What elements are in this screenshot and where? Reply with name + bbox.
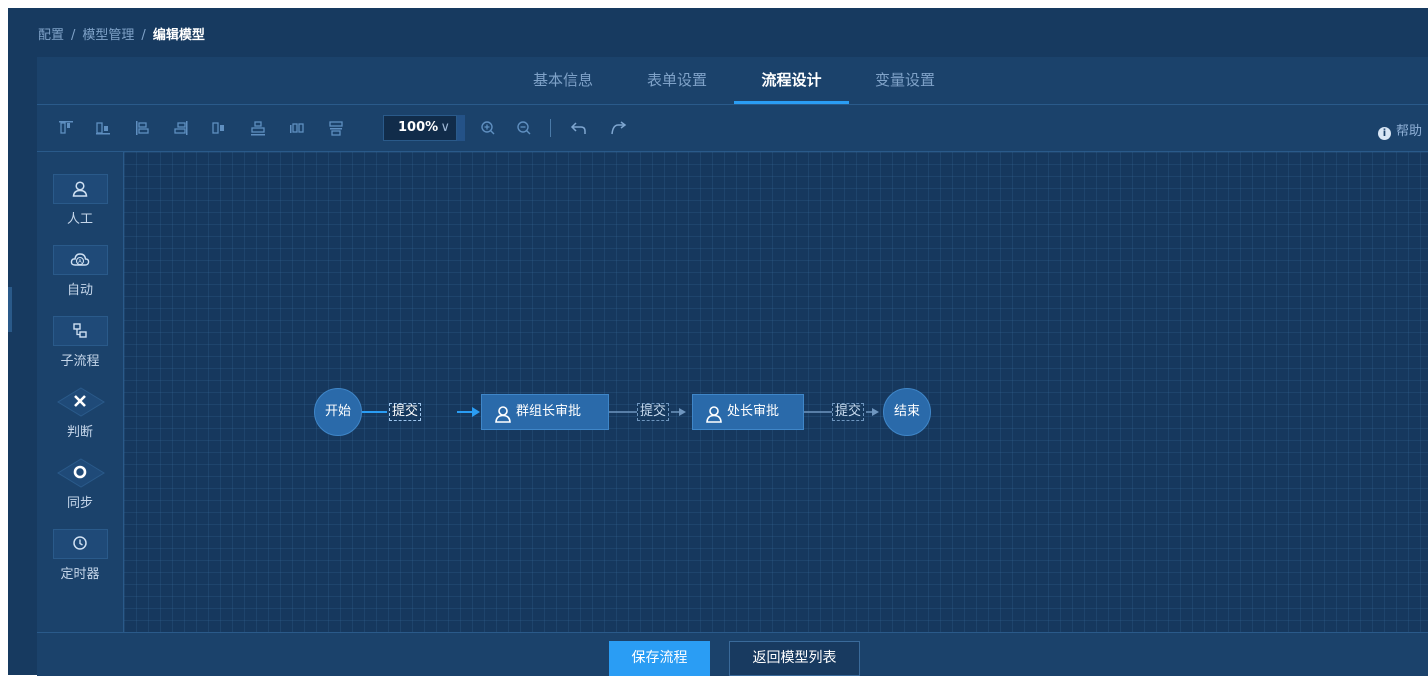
chevron-down-icon: ∨ <box>440 120 450 135</box>
breadcrumb-current: 编辑模型 <box>152 28 205 43</box>
align-bottom-icon[interactable] <box>249 119 267 137</box>
flow-task-label: 处长审批 <box>727 404 780 419</box>
flow-start-node[interactable]: 开始 <box>314 388 362 436</box>
scroll-indicator <box>8 287 12 332</box>
align-top-icon[interactable] <box>57 119 75 137</box>
flow-task-node[interactable]: 处长审批 <box>692 394 804 430</box>
palette-item-label: 定时器 <box>60 567 100 582</box>
connector-arrow <box>472 407 480 417</box>
flow-connectors <box>362 407 879 417</box>
zoom-out-icon[interactable] <box>515 119 533 137</box>
palette-item-label: 人工 <box>66 212 93 227</box>
info-icon: i <box>1377 127 1391 140</box>
distribute-horizontal-icon[interactable] <box>288 119 306 137</box>
flow-end-node[interactable]: 结束 <box>883 388 931 436</box>
palette-item-sync[interactable]: 同步 <box>37 458 123 524</box>
distribute-vertical-icon[interactable] <box>327 119 345 137</box>
palette-item-label: 子流程 <box>60 354 100 369</box>
align-center-horizontal-icon[interactable] <box>210 119 228 137</box>
circle-diamond-icon <box>37 464 123 482</box>
palette-item-label: 同步 <box>66 496 93 511</box>
breadcrumb-item-model-management[interactable]: 模型管理 <box>82 28 134 43</box>
connector-arrow <box>679 408 686 416</box>
breadcrumb-item-config[interactable]: 配置 <box>38 28 64 43</box>
breadcrumb-separator: / <box>71 28 76 43</box>
person-icon <box>705 403 723 437</box>
flow-edge-label[interactable]: 提交 <box>637 403 670 421</box>
svg-text:A: A <box>78 259 82 265</box>
person-icon <box>37 180 123 198</box>
save-process-button[interactable]: 保存流程 <box>609 641 710 676</box>
help-label: 帮助 <box>1395 124 1422 139</box>
flow-canvas[interactable]: 开始 提交 群组长审批 提交 处长审批 提交 结束 <box>124 152 1428 632</box>
palette-item-decision[interactable]: 判断 <box>37 387 123 453</box>
zoom-select[interactable]: 100% ∨ <box>383 115 457 141</box>
align-right-icon[interactable] <box>172 119 190 137</box>
palette-item-manual[interactable]: 人工 <box>37 174 123 240</box>
zoom-in-icon[interactable] <box>479 119 497 137</box>
flow-edge-label[interactable]: 提交 <box>832 403 865 421</box>
redo-icon[interactable] <box>609 119 627 137</box>
back-to-model-list-button[interactable]: 返回模型列表 <box>729 641 860 676</box>
tab-form-settings[interactable]: 表单设置 <box>641 57 713 104</box>
zoom-value: 100% <box>398 120 439 135</box>
person-icon <box>494 403 512 437</box>
flow-edge-label[interactable]: 提交 <box>389 403 422 421</box>
flow-task-label: 群组长审批 <box>516 404 582 419</box>
tab-process-design[interactable]: 流程设计 <box>734 57 849 104</box>
connector-arrow <box>872 408 879 416</box>
palette-item-timer[interactable]: 定时器 <box>37 529 123 595</box>
app-window: 配置 / 模型管理 / 编辑模型 基本信息 表单设置 流程设计 变量设置 100… <box>8 8 1428 676</box>
align-middle-icon[interactable] <box>94 119 112 137</box>
toolbar: 100% ∨ i 帮助 <box>37 105 1428 152</box>
palette-item-label: 自动 <box>66 283 93 298</box>
subprocess-icon <box>37 322 123 340</box>
breadcrumb-separator: / <box>141 28 146 43</box>
toolbar-divider <box>550 119 551 137</box>
palette-item-subprocess[interactable]: 子流程 <box>37 316 123 382</box>
help-link[interactable]: i 帮助 <box>1377 120 1422 140</box>
align-left-icon[interactable] <box>133 119 151 137</box>
palette-item-auto[interactable]: A 自动 <box>37 245 123 311</box>
clock-icon <box>37 535 123 553</box>
palette-item-label: 判断 <box>66 425 93 440</box>
editor-panel: 基本信息 表单设置 流程设计 变量设置 100% ∨ i 帮助 人工 A 自动 … <box>37 57 1428 676</box>
footer-bar: 保存流程 返回模型列表 <box>37 632 1428 676</box>
node-palette: 人工 A 自动 子流程 判断 同步 定时器 <box>37 152 124 632</box>
undo-icon[interactable] <box>570 119 588 137</box>
flow-task-node[interactable]: 群组长审批 <box>481 394 609 430</box>
close-diamond-icon <box>37 393 123 411</box>
tab-variable-settings[interactable]: 变量设置 <box>869 57 941 104</box>
cloud-auto-icon: A <box>37 251 123 269</box>
zoom-select-edge <box>457 115 465 141</box>
tab-basic-info[interactable]: 基本信息 <box>527 57 599 104</box>
breadcrumb: 配置 / 模型管理 / 编辑模型 <box>38 24 205 43</box>
tab-bar: 基本信息 表单设置 流程设计 变量设置 <box>37 57 1428 105</box>
